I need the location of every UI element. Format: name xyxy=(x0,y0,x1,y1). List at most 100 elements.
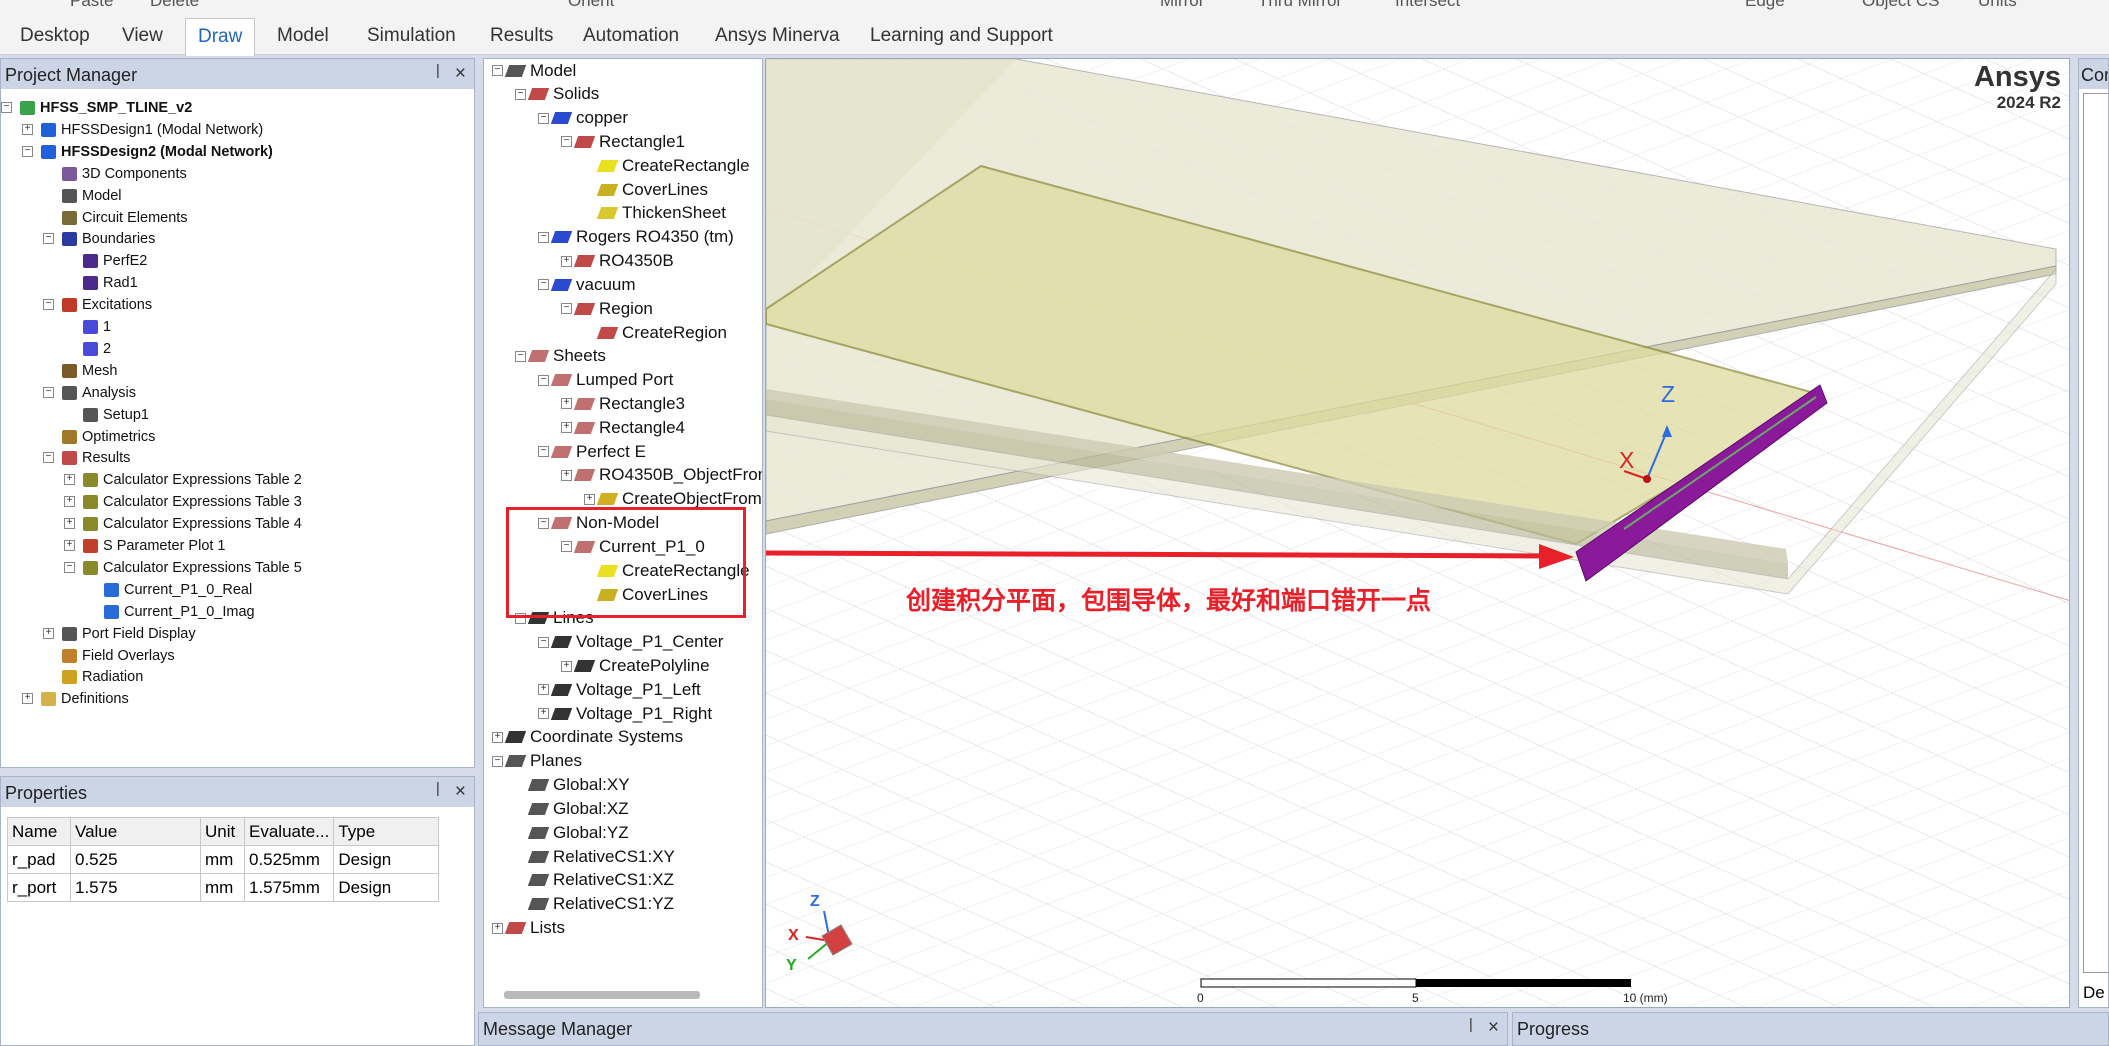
units-button[interactable]: Units xyxy=(1978,0,2017,10)
model-tree-item[interactable]: Global:YZ xyxy=(527,821,629,844)
tree-item[interactable]: HFSSDesign1 (Modal Network) xyxy=(41,119,263,141)
pin-icon[interactable]: ꟾ xyxy=(436,64,440,82)
orient-button[interactable]: Orient xyxy=(568,0,614,10)
intersect-button[interactable]: Intersect xyxy=(1395,0,1460,10)
model-tree-item[interactable]: Coordinate Systems xyxy=(504,726,683,749)
tree-expander[interactable]: − xyxy=(22,145,33,157)
cell[interactable]: mm xyxy=(200,873,245,902)
model-tree-item[interactable]: RelativeCS1:YZ xyxy=(527,893,674,916)
tree-item[interactable]: S Parameter Plot 1 xyxy=(83,535,226,557)
tree-expander[interactable]: − xyxy=(538,446,549,458)
tree-expander[interactable]: − xyxy=(64,561,75,573)
model-tree-item[interactable]: Voltage_P1_Right xyxy=(550,702,712,725)
delete-button[interactable]: Delete xyxy=(150,0,199,10)
col-evaluated[interactable]: Evaluate... xyxy=(243,817,335,846)
tree-expander[interactable]: + xyxy=(64,540,75,551)
close-icon[interactable]: × xyxy=(455,63,466,85)
tree-item[interactable]: Rad1 xyxy=(83,272,138,294)
model-tree-item[interactable]: Sheets xyxy=(527,345,606,368)
model-tree-item[interactable]: RO4350B_ObjectFrom xyxy=(573,464,762,487)
tree-expander[interactable]: − xyxy=(538,374,549,386)
tree-expander[interactable]: + xyxy=(561,398,572,410)
tree-item[interactable]: Results xyxy=(62,447,130,469)
model-tree-item[interactable]: vacuum xyxy=(550,273,636,296)
tree-expander[interactable]: + xyxy=(584,493,595,505)
tree-expander[interactable]: + xyxy=(561,469,572,481)
cell[interactable]: 1.575mm xyxy=(243,873,335,902)
table-row[interactable]: r_port 1.575 mm 1.575mm Design xyxy=(7,873,440,902)
tree-expander[interactable]: + xyxy=(538,708,549,720)
tree-item[interactable]: Field Overlays xyxy=(62,645,175,667)
model-tree-item[interactable]: Lists xyxy=(504,917,565,940)
tree-expander[interactable]: + xyxy=(64,518,75,530)
tree-item[interactable]: Excitations xyxy=(62,294,152,316)
tree-item[interactable]: 1 xyxy=(83,316,111,338)
tree-expander[interactable]: − xyxy=(43,233,54,245)
tree-item[interactable]: 2 xyxy=(83,338,111,360)
viewport-canvas[interactable] xyxy=(766,59,2070,1008)
cell[interactable]: 0.525 xyxy=(70,845,201,874)
tree-expander[interactable]: + xyxy=(561,422,572,434)
tree-expander[interactable]: − xyxy=(538,279,549,291)
tree-item[interactable]: Current_P1_0_Imag xyxy=(104,601,255,623)
tree-item[interactable]: Definitions xyxy=(41,688,129,710)
tree-item[interactable]: Analysis xyxy=(62,382,136,404)
close-icon[interactable]: × xyxy=(455,781,466,803)
model-tree-item[interactable]: Region xyxy=(573,297,653,320)
model-tree-item[interactable]: Rogers RO4350 (tm) xyxy=(550,226,734,249)
tree-expander[interactable]: − xyxy=(1,102,12,113)
tree-expander[interactable]: − xyxy=(538,636,549,648)
model-tree-item[interactable]: Planes xyxy=(504,750,582,773)
model-tree-item[interactable]: Voltage_P1_Center xyxy=(550,631,723,654)
model-tree-item[interactable]: Perfect E xyxy=(550,440,646,463)
cell[interactable]: Design xyxy=(333,873,440,902)
tree-expander[interactable]: + xyxy=(22,123,33,135)
tree-item[interactable]: Calculator Expressions Table 2 xyxy=(83,469,302,491)
tab-learning-support[interactable]: Learning and Support xyxy=(870,25,1053,47)
paste-button[interactable]: Paste xyxy=(70,0,113,10)
tree-expander[interactable]: + xyxy=(561,255,572,267)
model-tree-item[interactable]: RelativeCS1:XY xyxy=(527,845,675,868)
object-cs-button[interactable]: Object CS xyxy=(1862,0,1939,10)
tab-view[interactable]: View xyxy=(122,25,163,47)
tree-expander[interactable]: + xyxy=(22,693,33,705)
tree-item[interactable]: Setup1 xyxy=(83,404,149,426)
tree-expander[interactable]: − xyxy=(561,303,572,315)
model-tree-item[interactable]: Lumped Port xyxy=(550,369,673,392)
model-tree-item[interactable]: Rectangle4 xyxy=(573,416,685,439)
cell[interactable]: r_pad xyxy=(7,845,71,874)
tree-expander[interactable]: − xyxy=(492,65,503,76)
tree-item[interactable]: HFSSDesign2 (Modal Network) xyxy=(41,141,273,163)
tab-draw[interactable]: Draw xyxy=(185,18,256,56)
tree-expander[interactable]: − xyxy=(43,299,54,311)
tree-expander[interactable]: + xyxy=(492,922,503,934)
cell[interactable]: 0.525mm xyxy=(243,845,335,874)
tree-expander[interactable]: − xyxy=(492,755,503,767)
model-tree-item[interactable]: CreateRectangle xyxy=(596,154,750,177)
tab-model[interactable]: Model xyxy=(277,25,329,47)
model-tree-item[interactable]: Rectangle1 xyxy=(573,130,685,153)
model-tree-item[interactable]: RO4350B xyxy=(573,250,674,273)
close-icon[interactable]: × xyxy=(1488,1017,1499,1039)
tree-expander[interactable]: − xyxy=(515,350,526,362)
thru-mirror-button[interactable]: Thru Mirror xyxy=(1258,0,1342,10)
model-tree-item[interactable]: CreatePolyline xyxy=(573,655,710,678)
model-tree-item[interactable]: Rectangle3 xyxy=(573,392,685,415)
tree-expander[interactable]: − xyxy=(538,231,549,243)
tree-expander[interactable]: + xyxy=(561,660,572,672)
mirror-button[interactable]: Mirror xyxy=(1160,0,1204,10)
tree-expander[interactable]: + xyxy=(64,496,75,508)
tree-expander[interactable]: − xyxy=(515,88,526,100)
model-tree-item[interactable]: Voltage_P1_Left xyxy=(550,678,701,701)
tab-ansys-minerva[interactable]: Ansys Minerva xyxy=(715,25,840,47)
tree-item[interactable]: Boundaries xyxy=(62,228,155,250)
model-tree-item[interactable]: CoverLines xyxy=(596,178,708,201)
cell[interactable]: mm xyxy=(200,845,245,874)
model-tree-item[interactable]: Solids xyxy=(527,83,599,106)
model-tree-item[interactable]: copper xyxy=(550,107,628,130)
tree-item[interactable]: Current_P1_0_Real xyxy=(104,579,252,601)
tree-item[interactable]: Optimetrics xyxy=(62,426,155,448)
tab-automation[interactable]: Automation xyxy=(583,25,679,47)
col-value[interactable]: Value xyxy=(70,817,201,846)
col-unit[interactable]: Unit xyxy=(200,817,245,846)
